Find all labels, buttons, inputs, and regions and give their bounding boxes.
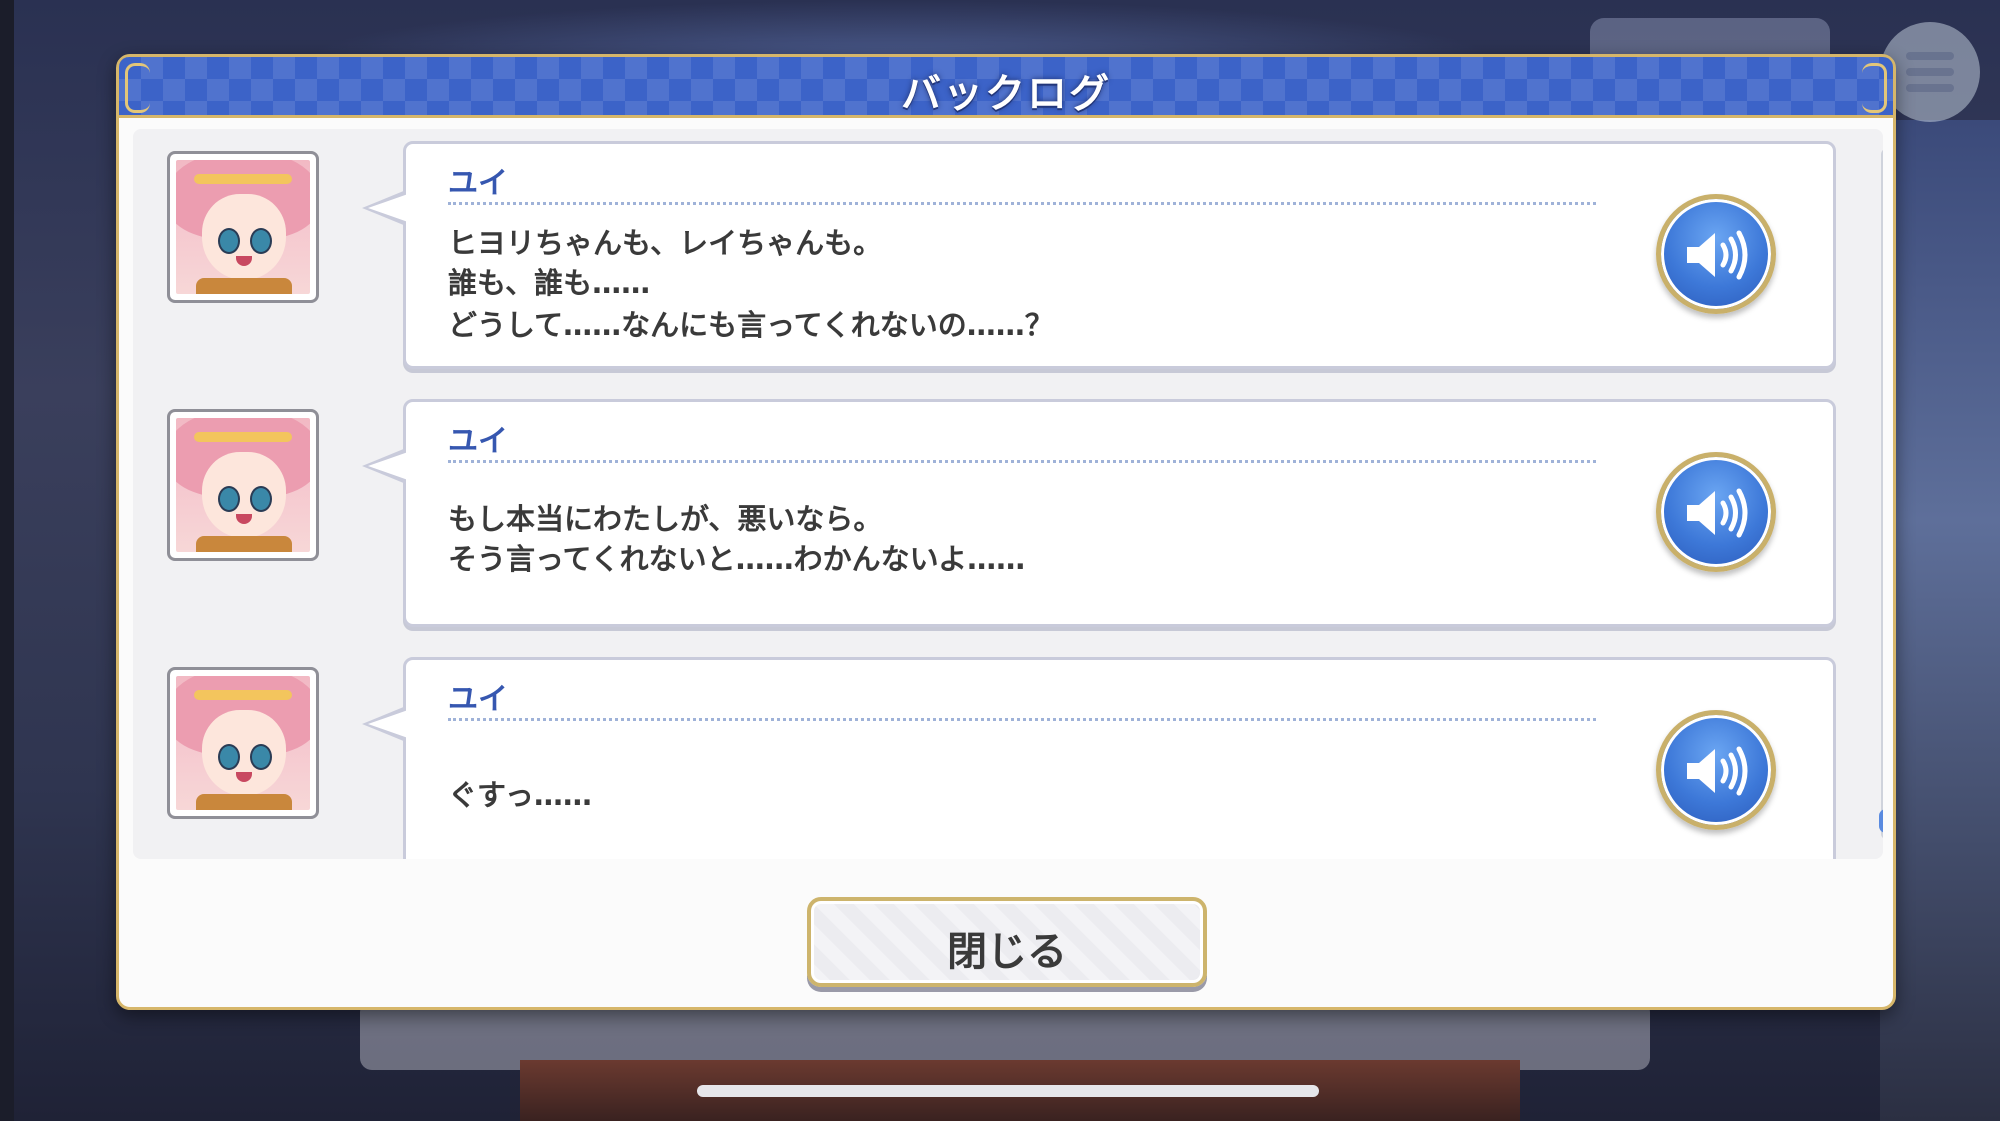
backlog-list[interactable]: ユイ ヒヨリちゃんも、レイちゃんも。 誰も、誰も…… どうして……なんにも言って…: [133, 129, 1883, 859]
close-button[interactable]: 閉じる: [807, 897, 1207, 987]
background-edge: [0, 0, 14, 1121]
divider: [448, 460, 1596, 463]
speaker-volume-icon: [1687, 488, 1748, 538]
dialog-header: バックログ: [119, 57, 1893, 118]
dialogue-line: 誰も、誰も……: [448, 266, 651, 300]
divider: [448, 202, 1596, 205]
background-night-sky: [1880, 120, 2000, 1121]
dialog-title: バックログ: [901, 71, 1111, 117]
dialogue-line: ぐすっ……: [448, 778, 592, 812]
speech-bubble: ユイ ぐすっ……: [362, 657, 1836, 859]
ornament-right-icon: [1862, 63, 1887, 113]
speaker-volume-icon: [1687, 746, 1748, 796]
dialogue-line: もし本当にわたしが、悪いなら。: [448, 502, 883, 536]
voice-replay-button[interactable]: [1656, 452, 1776, 572]
speaker-volume-icon: [1687, 230, 1748, 280]
backlog-dialog: バックログ ユイ ヒヨリちゃんも、レイちゃんも。 誰も、誰も…… どうして……な…: [116, 54, 1896, 1010]
dialogue-line: どうして……なんにも言ってくれないの……？: [448, 308, 1054, 342]
divider: [448, 718, 1596, 721]
speaker-name: ユイ: [448, 166, 508, 201]
backlog-entry: ユイ もし本当にわたしが、悪いなら。 そう言ってくれないと……わかんないよ……: [133, 399, 1836, 631]
character-portrait-icon: [167, 667, 319, 819]
scrollbar-thumb[interactable]: [1879, 809, 1883, 833]
dialogue-line: ヒヨリちゃんも、レイちゃんも。: [448, 226, 883, 260]
backlog-entry: ユイ ぐすっ……: [133, 657, 1836, 859]
voice-replay-button[interactable]: [1656, 710, 1776, 830]
close-button-label: 閉じる: [947, 929, 1067, 975]
character-portrait-icon: [167, 409, 319, 561]
speaker-name: ユイ: [448, 424, 508, 459]
speaker-name: ユイ: [448, 682, 508, 717]
character-portrait-icon: [167, 151, 319, 303]
backlog-entry: ユイ ヒヨリちゃんも、レイちゃんも。 誰も、誰も…… どうして……なんにも言って…: [133, 141, 1836, 373]
home-indicator[interactable]: [697, 1085, 1319, 1097]
dialogue-line: そう言ってくれないと……わかんないよ……: [448, 542, 1026, 576]
scrollbar-track[interactable]: [1881, 149, 1883, 839]
speech-bubble: ユイ もし本当にわたしが、悪いなら。 そう言ってくれないと……わかんないよ……: [362, 399, 1836, 627]
speech-bubble: ユイ ヒヨリちゃんも、レイちゃんも。 誰も、誰も…… どうして……なんにも言って…: [362, 141, 1836, 369]
voice-replay-button[interactable]: [1656, 194, 1776, 314]
